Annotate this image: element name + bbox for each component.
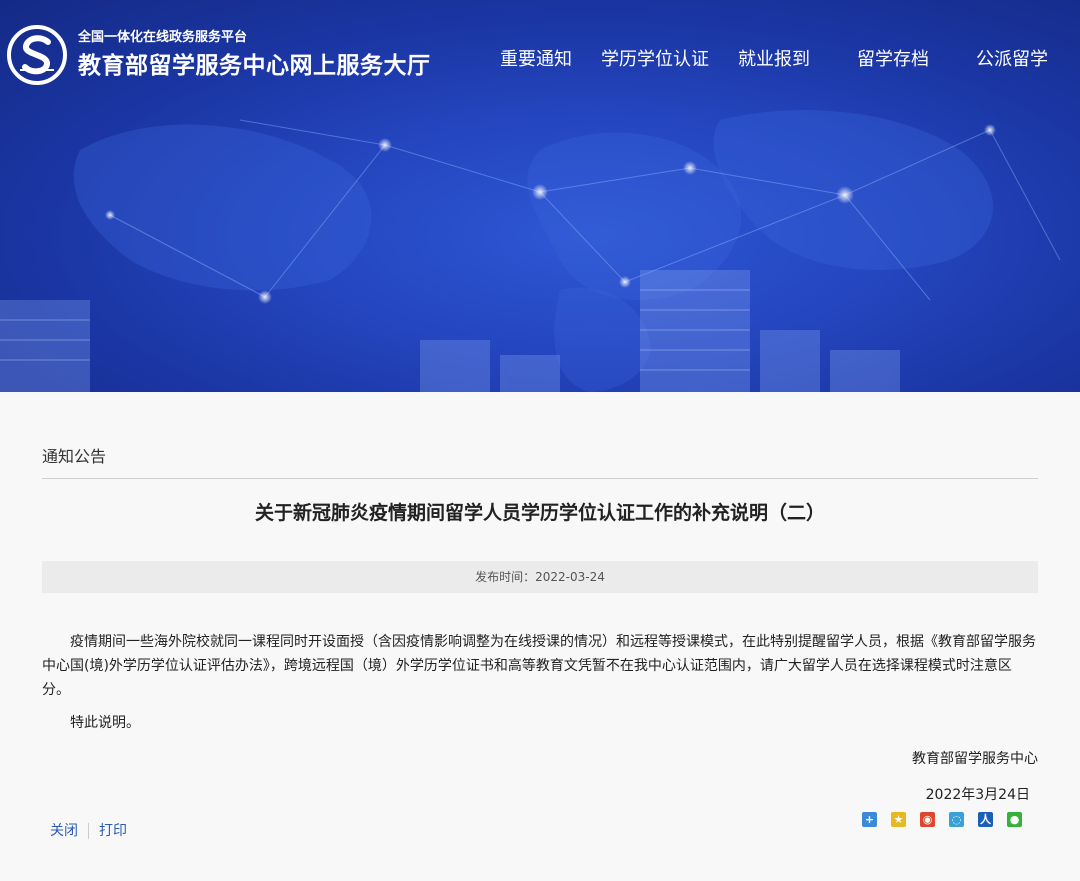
tencent-weibo-icon[interactable]: ◌ bbox=[949, 812, 964, 827]
close-button[interactable]: 关闭 bbox=[50, 821, 78, 841]
article-actions: 关闭 打印 bbox=[50, 821, 127, 841]
signature-organization: 教育部留学服务中心 bbox=[912, 751, 1038, 767]
publish-time-bar: 发布时间：2022-03-24 bbox=[42, 561, 1038, 593]
nav-item-government-sponsored[interactable]: 公派留学 bbox=[976, 48, 1048, 72]
action-separator bbox=[88, 823, 89, 839]
nav-item-employment-registration[interactable]: 就业报到 bbox=[738, 48, 810, 72]
share-bar: + ★ ◉ ◌ 人 ● bbox=[862, 812, 1036, 827]
article-paragraph: 疫情期间一些海外院校就同一课程同时开设面授（含因疫情影响调整为在线授课的情况）和… bbox=[42, 634, 1036, 698]
article-closing-paragraph: 特此说明。 bbox=[70, 715, 140, 731]
signature-date: 2022年3月24日 bbox=[925, 787, 1030, 803]
nav-item-important-notices[interactable]: 重要通知 bbox=[500, 48, 572, 72]
add-share-icon[interactable]: + bbox=[862, 812, 877, 827]
section-divider bbox=[42, 478, 1038, 479]
print-button[interactable]: 打印 bbox=[99, 821, 127, 841]
hero-banner: 全国一体化在线政务服务平台 教育部留学服务中心网上服务大厅 重要通知 学历学位认… bbox=[0, 0, 1080, 392]
qzone-icon[interactable]: ★ bbox=[891, 812, 906, 827]
article-title: 关于新冠肺炎疫情期间留学人员学历学位认证工作的补充说明（二） bbox=[254, 502, 825, 524]
weibo-icon[interactable]: ◉ bbox=[920, 812, 935, 827]
wechat-icon[interactable]: ● bbox=[1007, 812, 1022, 827]
site-title: 教育部留学服务中心网上服务大厅 bbox=[78, 53, 431, 79]
publish-time: 发布时间：2022-03-24 bbox=[475, 570, 605, 584]
main-nav: 重要通知 学历学位认证 就业报到 留学存档 公派留学 bbox=[490, 48, 1080, 74]
nav-item-degree-certification[interactable]: 学历学位认证 bbox=[601, 48, 709, 72]
section-label: 通知公告 bbox=[42, 447, 107, 466]
cscse-logo-icon bbox=[7, 25, 67, 85]
nav-item-study-abroad-archive[interactable]: 留学存档 bbox=[857, 48, 929, 72]
site-brand[interactable]: 全国一体化在线政务服务平台 教育部留学服务中心网上服务大厅 bbox=[6, 24, 431, 86]
renren-icon[interactable]: 人 bbox=[978, 812, 993, 827]
platform-subtitle: 全国一体化在线政务服务平台 bbox=[78, 30, 248, 45]
main-content: 通知公告 关于新冠肺炎疫情期间留学人员学历学位认证工作的补充说明（二） 发布时间… bbox=[0, 392, 1080, 881]
